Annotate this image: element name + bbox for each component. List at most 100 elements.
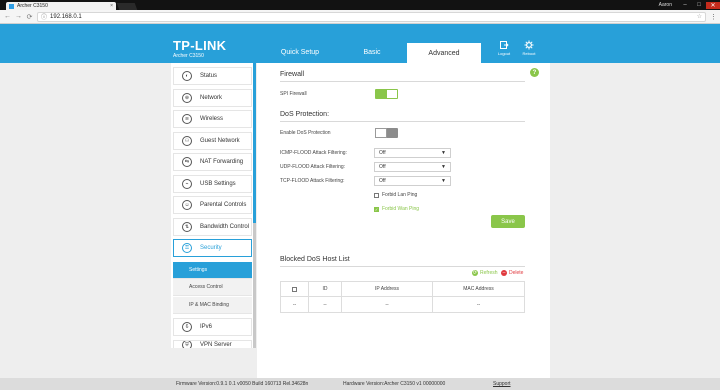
new-tab-button[interactable] [116, 2, 138, 10]
toggle-knob [387, 90, 397, 98]
parental-controls-icon: ☺ [182, 200, 192, 210]
sidebar-item-label: Wireless [200, 116, 224, 122]
delete-icon: – [501, 270, 507, 276]
nat-forwarding-icon: ⇆ [182, 157, 192, 167]
browser-tab[interactable]: Archer C3150 × [6, 2, 116, 10]
minimize-icon[interactable]: – [678, 2, 692, 8]
browser-user[interactable]: Aaron [659, 2, 672, 8]
table-header-row: ID IP Address MAC Address [281, 282, 524, 297]
tab-title: Archer C3150 [17, 3, 48, 9]
sidebar-item-label: VPN Server [200, 341, 232, 348]
sidebar-item-label: IPv6 [200, 324, 213, 330]
column-header-mac: MAC Address [463, 286, 494, 292]
enable-dos-label: Enable DoS Protection [280, 130, 331, 136]
reboot-button[interactable]: Reboot [518, 40, 540, 56]
sidebar-item-security[interactable]: ⚿ Security [173, 239, 252, 257]
reload-icon[interactable]: ⟳ [26, 13, 33, 21]
forward-icon[interactable]: → [15, 13, 22, 20]
forbid-wan-ping-checkbox[interactable]: ✓ Forbid Wan Ping [374, 206, 419, 212]
checkbox-check-icon: ✓ [374, 206, 379, 212]
sidebar-item-label: Guest Network [200, 138, 240, 144]
sidebar-scrollbar-thumb[interactable] [253, 63, 256, 223]
sidebar-item-status[interactable]: ◐ Status [173, 67, 252, 85]
maximize-icon[interactable]: □ [692, 2, 706, 8]
forbid-wan-ping-label: Forbid Wan Ping [382, 206, 420, 212]
url-text: 192.168.0.1 [50, 13, 82, 20]
help-icon[interactable]: ? [530, 68, 539, 77]
checkbox-box [374, 192, 379, 198]
logout-icon [500, 41, 509, 49]
column-header-id: ID [309, 282, 342, 296]
spi-firewall-toggle[interactable] [375, 89, 398, 99]
network-icon: ⊕ [182, 93, 192, 103]
bandwidth-icon: ⇅ [182, 222, 192, 232]
vpn-icon: ⛨ [182, 341, 192, 348]
submenu-settings[interactable]: Settings [173, 262, 252, 279]
column-header-ip: IP Address [342, 282, 433, 296]
sidebar-item-label: NAT Forwarding [200, 159, 244, 165]
tcp-flood-value: Off [379, 178, 386, 184]
forbid-lan-ping-checkbox[interactable]: Forbid Lan Ping [374, 192, 417, 198]
chevron-down-icon: ▼ [441, 150, 446, 156]
icmp-flood-value: Off [379, 150, 386, 156]
support-link[interactable]: Support [493, 381, 511, 387]
back-icon[interactable]: ← [4, 13, 11, 20]
tcp-flood-select[interactable]: Off ▼ [374, 176, 451, 186]
reboot-gear-icon [524, 40, 534, 50]
window-close-icon[interactable]: ✕ [706, 1, 720, 9]
sidebar-item-vpn-server[interactable]: ⛨ VPN Server [173, 340, 252, 348]
logout-label: Logout [497, 51, 511, 56]
sidebar-item-usb-settings[interactable]: ⌁ USB Settings [173, 175, 252, 193]
table-cell: -- [342, 297, 433, 312]
select-all-checkbox[interactable] [292, 286, 297, 292]
delete-label: Delete [509, 270, 524, 276]
tab-close-icon[interactable]: × [110, 3, 113, 9]
select-all-cell[interactable] [281, 282, 309, 296]
refresh-button[interactable]: ⟳ Refresh [472, 270, 498, 276]
sidebar-item-network[interactable]: ⊕ Network [173, 89, 252, 107]
sidebar-item-parental-controls[interactable]: ☺ Parental Controls [173, 196, 252, 214]
submenu-access-control[interactable]: Access Control [173, 279, 252, 296]
udp-flood-label: UDP-FLOOD Attack Filtering: [280, 164, 346, 170]
content-panel: Firewall SPI Firewall DoS Protection: En… [257, 63, 550, 379]
bookmark-star-icon[interactable]: ☆ [697, 13, 702, 20]
sidebar-item-bandwidth-control[interactable]: ⇅ Bandwidth Control [173, 218, 252, 236]
usb-icon: ⌁ [182, 179, 192, 189]
sidebar-item-nat-forwarding[interactable]: ⇆ NAT Forwarding [173, 153, 252, 171]
save-button[interactable]: Save [491, 215, 525, 228]
guest-network-icon: ⚇ [182, 136, 192, 146]
divider [280, 121, 525, 122]
sidebar-item-label: Security [200, 245, 222, 251]
tab-advanced[interactable]: Advanced [407, 43, 481, 63]
address-bar: ← → ⟳ ⓘ 192.168.0.1 ☆ ⋮ [0, 10, 720, 24]
icmp-flood-select[interactable]: Off ▼ [374, 148, 451, 158]
browser-titlebar: Archer C3150 × Aaron – □ ✕ [0, 0, 720, 10]
udp-flood-select[interactable]: Off ▼ [374, 162, 451, 172]
divider [280, 266, 525, 267]
udp-flood-value: Off [379, 164, 386, 170]
sidebar-item-guest-network[interactable]: ⚇ Guest Network [173, 132, 252, 150]
tab-basic[interactable]: Basic [335, 43, 409, 62]
dos-protection-title: DoS Protection: [280, 111, 330, 118]
submenu-ip-mac-binding[interactable]: IP & MAC Binding [173, 297, 252, 314]
reboot-label: Reboot [522, 51, 536, 56]
url-input[interactable]: ⓘ 192.168.0.1 ☆ [37, 11, 706, 22]
tab-quick-setup[interactable]: Quick Setup [263, 43, 337, 62]
sidebar-item-ipv6[interactable]: 6 IPv6 [173, 318, 252, 336]
sidebar-scrollbar[interactable] [253, 63, 256, 348]
sidebar-item-wireless[interactable]: ≋ Wireless [173, 110, 252, 128]
sidebar-item-label: Network [200, 95, 223, 101]
tp-link-logo: TP-LINK [173, 38, 227, 53]
sidebar-item-label: Bandwidth Control [200, 224, 250, 230]
page-info-icon[interactable]: ⓘ [41, 12, 47, 21]
chevron-down-icon: ▼ [441, 164, 446, 170]
logout-button[interactable]: Logout [493, 40, 515, 56]
tcp-flood-label: TCP-FLOOD Attack Filtering: [280, 178, 345, 184]
sidebar: ◐ Status ⊕ Network ≋ Wireless ⚇ Guest Ne… [171, 63, 255, 348]
table-cell: -- [281, 297, 309, 312]
table-cell: -- [309, 297, 342, 312]
delete-button[interactable]: – Delete [501, 270, 523, 276]
browser-menu-icon[interactable]: ⋮ [710, 13, 717, 21]
enable-dos-toggle[interactable] [375, 128, 398, 138]
divider [280, 81, 525, 82]
